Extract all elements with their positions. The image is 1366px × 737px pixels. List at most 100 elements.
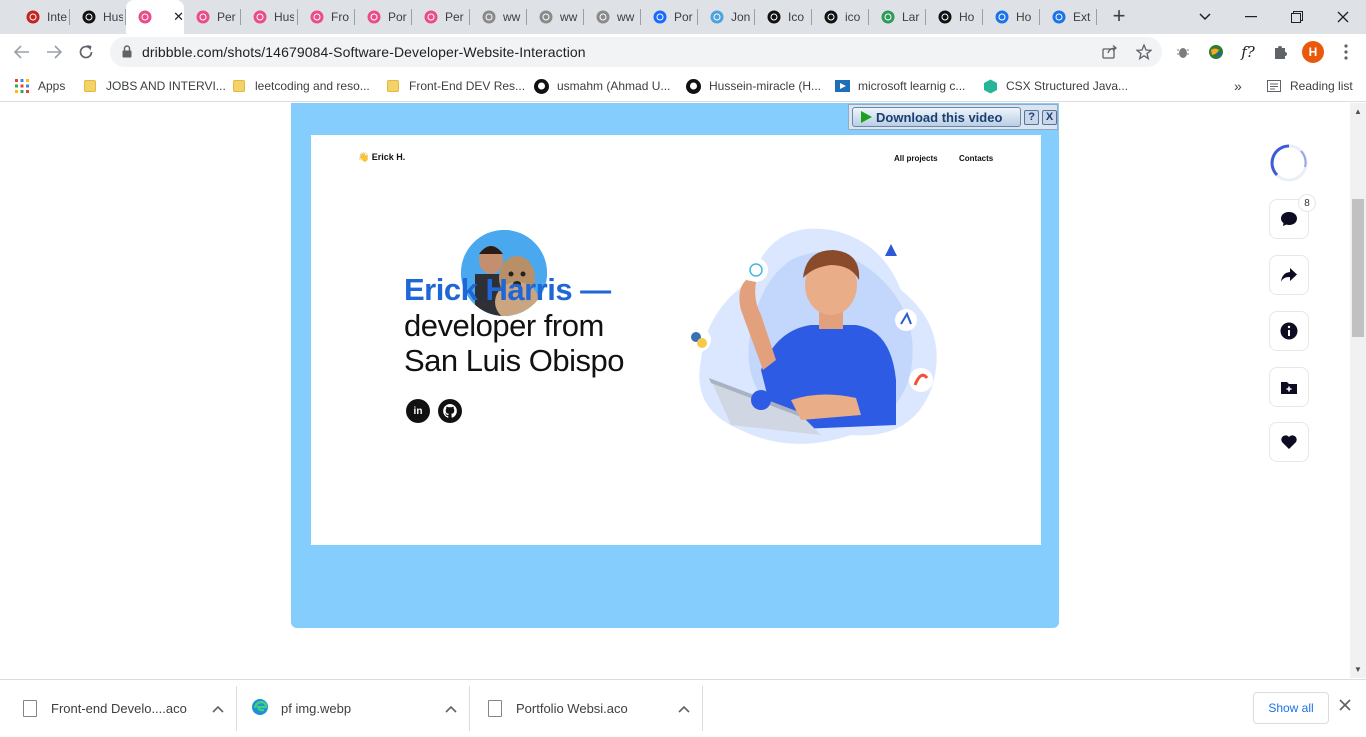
lock-icon xyxy=(122,45,132,58)
bookmark-item[interactable]: Hussein-miracle (H... xyxy=(685,76,821,96)
bookmark-item[interactable]: JOBS AND INTERVI... xyxy=(82,76,226,96)
csx-icon xyxy=(982,78,998,94)
restore-icon xyxy=(1291,11,1303,23)
browser-tab[interactable]: Por xyxy=(641,0,698,34)
tab-search-button[interactable] xyxy=(1182,0,1228,34)
download-filename: Front-end Develo....aco xyxy=(51,701,187,716)
dribbble-icon xyxy=(137,9,153,25)
restore-button[interactable] xyxy=(1274,0,1320,34)
arrow-left-icon xyxy=(14,45,29,59)
folder-icon xyxy=(82,78,98,94)
browser-tab[interactable]: Jon xyxy=(698,0,755,34)
download-item[interactable]: pf img.webp xyxy=(251,680,351,737)
browser-tab[interactable]: Fro xyxy=(298,0,355,34)
like-button[interactable] xyxy=(1269,422,1309,462)
download-shelf: Front-end Develo....aco pf img.webp Portfo… xyxy=(0,679,1366,736)
browser-tab[interactable]: ww xyxy=(584,0,641,34)
shot-hero-line-2: developer from xyxy=(404,308,604,343)
download-close-button[interactable]: X xyxy=(1042,109,1058,125)
save-to-collection-button[interactable] xyxy=(1269,367,1309,407)
shot-nav-contacts: Contacts xyxy=(959,154,994,163)
browser-tab[interactable]: ww xyxy=(470,0,527,34)
scrollbar-thumb[interactable] xyxy=(1352,199,1364,337)
bookmarks-overflow-button[interactable]: » xyxy=(1234,76,1242,96)
new-tab-button[interactable]: + xyxy=(1108,5,1130,28)
chevron-up-icon[interactable] xyxy=(445,680,457,737)
reload-button[interactable] xyxy=(74,40,98,64)
scroll-up-arrow-icon[interactable]: ▲ xyxy=(1354,107,1362,116)
download-video-label: Download this video xyxy=(876,109,1003,125)
share-button[interactable] xyxy=(1269,255,1309,295)
bookmark-label: usmahm (Ahmad U... xyxy=(557,79,671,93)
browser-tab[interactable]: Ext xyxy=(1040,0,1097,34)
browser-tab[interactable]: ✕ xyxy=(126,0,184,34)
browser-tab[interactable]: Lar xyxy=(869,0,926,34)
download-item[interactable]: Front-end Develo....aco xyxy=(23,680,187,737)
apps-grid-icon xyxy=(14,78,30,94)
browser-tab[interactable]: Hus xyxy=(241,0,298,34)
browser-tab[interactable]: Ico xyxy=(755,0,812,34)
profile-avatar[interactable]: H xyxy=(1302,41,1324,63)
diamond-icon xyxy=(709,9,725,25)
tab-title: ww xyxy=(617,10,635,24)
bookmark-item[interactable]: microsoft learnig c... xyxy=(834,76,965,96)
menu-kebab-icon[interactable] xyxy=(1336,42,1356,62)
edge-icon xyxy=(251,698,281,719)
bookmark-item[interactable]: leetcoding and reso... xyxy=(231,76,370,96)
close-shelf-button[interactable] xyxy=(1339,698,1351,716)
folder-icon xyxy=(385,78,401,94)
browser-tab[interactable]: Per xyxy=(412,0,470,34)
shot-media-frame[interactable]: 👋 Erick H. All projects Contacts Erick H… xyxy=(291,103,1059,628)
back-button[interactable] xyxy=(10,40,34,64)
download-help-button[interactable]: ? xyxy=(1024,109,1040,125)
bookmark-star-icon[interactable] xyxy=(1135,43,1153,61)
browser-tab[interactable]: Inte xyxy=(14,0,70,34)
tab-title: Per xyxy=(445,10,464,24)
bookmark-item[interactable]: usmahm (Ahmad U... xyxy=(533,76,670,96)
download-video-button[interactable]: Download this video xyxy=(852,107,1022,127)
close-window-button[interactable] xyxy=(1320,0,1366,34)
tab-close-icon[interactable]: ✕ xyxy=(173,9,184,25)
extensions-puzzle-icon[interactable] xyxy=(1270,42,1290,62)
bookmarks-bar: Apps JOBS AND INTERVI... leetcoding and r… xyxy=(0,70,1366,102)
tab-title: Ho xyxy=(1016,10,1032,24)
chevron-up-icon[interactable] xyxy=(678,680,690,737)
browser-tab[interactable]: ww xyxy=(527,0,584,34)
forward-button[interactable] xyxy=(42,40,66,64)
reload-icon xyxy=(79,45,93,59)
page-scrollbar[interactable]: ▲ ▼ xyxy=(1350,103,1366,678)
chevron-up-icon[interactable] xyxy=(212,680,224,737)
browser-toolbar: dribbble.com/shots/14679084-Software-Dev… xyxy=(0,34,1366,70)
tab-strip: Inte Hus ✕ Per Hus Fro Por Per ww ww ww Por Jon Ico ic… xyxy=(0,0,1366,34)
minimize-button[interactable] xyxy=(1228,0,1274,34)
behance-grey-icon xyxy=(481,9,497,25)
info-button[interactable] xyxy=(1269,311,1309,351)
comments-button[interactable]: 8 xyxy=(1269,194,1316,239)
font-extension-icon[interactable]: f? xyxy=(1238,42,1258,62)
globe-extension-icon[interactable] xyxy=(1206,42,1226,62)
bookmark-apps[interactable]: Apps xyxy=(14,76,65,96)
share-icon[interactable] xyxy=(1101,43,1119,61)
play-icon xyxy=(861,111,872,123)
show-all-downloads-button[interactable]: Show all xyxy=(1253,692,1329,724)
browser-tab[interactable]: Hus xyxy=(70,0,126,34)
scroll-down-arrow-icon[interactable]: ▼ xyxy=(1354,665,1362,674)
bug-extension-icon[interactable] xyxy=(1173,42,1193,62)
browser-tab[interactable]: Per xyxy=(184,0,241,34)
reading-list-button[interactable]: Reading list xyxy=(1266,76,1353,96)
chevron-down-icon xyxy=(1199,13,1211,21)
browser-tab[interactable]: ico xyxy=(812,0,869,34)
arrow-right-icon xyxy=(47,45,62,59)
browser-tab[interactable]: Por xyxy=(355,0,412,34)
browser-tab[interactable]: Ho xyxy=(926,0,983,34)
bookmark-item[interactable]: Front-End DEV Res... xyxy=(385,76,525,96)
github-icon xyxy=(533,78,549,94)
browser-tab[interactable]: Ho xyxy=(983,0,1040,34)
dribbble-icon xyxy=(366,9,382,25)
download-filename: pf img.webp xyxy=(281,701,352,716)
download-item[interactable]: Portfolio Websi.aco xyxy=(488,680,628,737)
address-bar[interactable]: dribbble.com/shots/14679084-Software-Dev… xyxy=(110,37,1162,67)
bookmark-item[interactable]: CSX Structured Java... xyxy=(982,76,1128,96)
video-icon xyxy=(834,78,850,94)
download-video-bar: Download this video ? X xyxy=(848,104,1058,130)
